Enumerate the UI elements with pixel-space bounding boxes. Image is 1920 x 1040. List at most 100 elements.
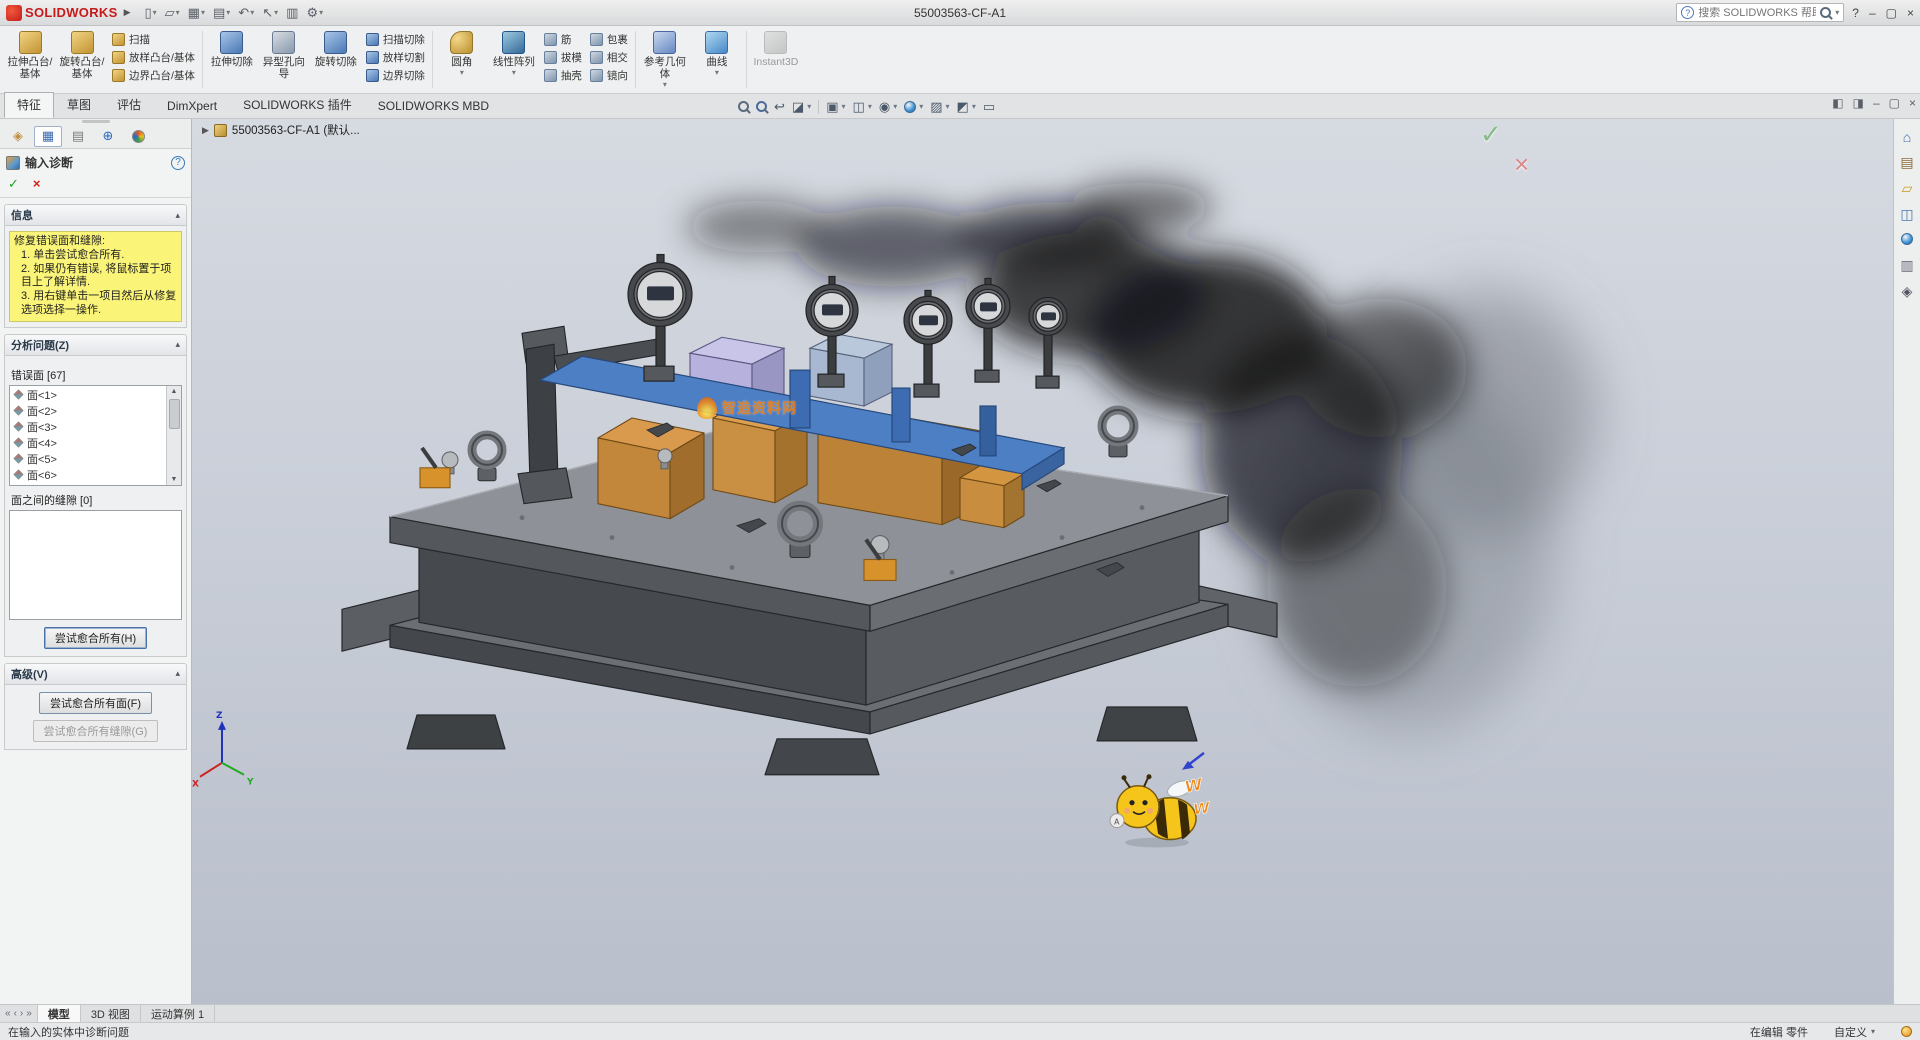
caret-icon[interactable]: ▾ — [807, 102, 811, 111]
faulty-faces-list[interactable]: 面<1> 面<2> 面<3> 面<4> 面<5> 面<6> 面<7> ▲ ▼ — [9, 385, 182, 486]
swept-cut-button[interactable]: 扫描切除 — [362, 32, 429, 47]
hole-wizard-button[interactable]: 异型孔向导 — [258, 28, 310, 91]
display-style-icon[interactable]: ◫ — [853, 100, 865, 113]
logo-expand-arrow-icon[interactable]: ▶ — [121, 7, 134, 18]
nav-first-icon[interactable]: « — [5, 1008, 11, 1019]
scroll-up-icon[interactable]: ▲ — [171, 386, 178, 397]
pane-split-right-icon[interactable]: ◨ — [1853, 96, 1864, 110]
collapse-chevron-icon[interactable]: ▴ — [175, 339, 180, 350]
caret-icon[interactable]: ▾ — [1835, 8, 1839, 17]
list-item[interactable]: 面<5> — [11, 451, 165, 467]
list-item[interactable]: 面<1> — [11, 387, 165, 403]
heal-all-gaps-button[interactable]: 尝试愈合所有缝隙(G) — [33, 720, 159, 742]
list-item[interactable]: 面<2> — [11, 403, 165, 419]
tab-configuration-manager[interactable]: ▤ — [64, 126, 92, 147]
expand-tree-icon[interactable]: ▶ — [202, 125, 209, 136]
tab-addins[interactable]: SOLIDWORKS 插件 — [230, 92, 365, 118]
scroll-down-icon[interactable]: ▼ — [171, 474, 178, 485]
nav-next-icon[interactable]: › — [20, 1008, 23, 1019]
caret-icon[interactable]: ▾ — [842, 102, 846, 111]
undo-button[interactable]: ↶▾ — [235, 5, 257, 20]
cancel-button[interactable]: × — [33, 176, 41, 192]
tab-display-manager[interactable] — [124, 126, 152, 147]
caret-icon[interactable]: ▾ — [153, 9, 157, 17]
appearances-icon[interactable] — [1901, 232, 1913, 248]
shell-button[interactable]: 抽壳 — [540, 68, 586, 83]
apply-scene-icon[interactable]: ▨ — [930, 100, 942, 113]
wrap-button[interactable]: 包裹 — [586, 32, 632, 47]
gaps-list[interactable] — [9, 510, 182, 620]
help-search-box[interactable]: ? ▾ — [1676, 3, 1844, 22]
section-view-icon[interactable]: ◪ — [792, 100, 804, 113]
tab-property-manager[interactable]: ▦ — [34, 126, 62, 147]
ok-button[interactable]: ✓ — [8, 176, 19, 192]
caret-icon[interactable]: ▾ — [250, 9, 254, 17]
caret-icon[interactable]: ▾ — [893, 102, 897, 111]
custom-properties-icon[interactable]: ▥ — [1900, 257, 1913, 274]
caret-icon[interactable]: ▾ — [972, 102, 976, 111]
open-button[interactable]: ▱▾ — [162, 5, 183, 20]
caret-icon[interactable]: ▾ — [274, 9, 278, 17]
tab-mbd[interactable]: SOLIDWORKS MBD — [365, 95, 502, 118]
caret-icon[interactable]: ▾ — [868, 102, 872, 111]
edit-appearance-icon[interactable] — [904, 101, 916, 113]
draft-button[interactable]: 拔模 — [540, 50, 586, 65]
doc-restore-icon[interactable]: ▢ — [1889, 96, 1900, 110]
caret-icon[interactable]: ▾ — [201, 9, 205, 17]
tab-dimxpert-manager[interactable]: ⊕ — [94, 126, 122, 147]
tab-model[interactable]: 模型 — [38, 1005, 81, 1022]
revolved-cut-button[interactable]: 旋转切除 — [310, 28, 362, 91]
file-properties-button[interactable]: ▥ — [283, 5, 301, 20]
print-button[interactable]: ▤▾ — [210, 5, 233, 20]
list-scrollbar[interactable]: ▲ ▼ — [166, 386, 181, 485]
section-advanced[interactable]: 高级(V) ▴ — [4, 663, 187, 685]
view-orientation-icon[interactable]: ▣ — [826, 100, 838, 113]
save-button[interactable]: ▦▾ — [185, 5, 208, 20]
heal-all-faces-button[interactable]: 尝试愈合所有面(F) — [39, 692, 152, 714]
revolve-boss-button[interactable]: 旋转凸台/基体 — [56, 28, 108, 91]
doc-minimize-icon[interactable]: – — [1873, 96, 1880, 110]
tab-motion-study[interactable]: 运动算例 1 — [141, 1005, 215, 1022]
list-item[interactable]: 面<6> — [11, 467, 165, 483]
previous-view-icon[interactable]: ↩ — [774, 100, 785, 113]
cad-model[interactable]: Z X Y — [192, 119, 1893, 1004]
resource-monitor-icon[interactable] — [1901, 1026, 1912, 1037]
confirm-ok-corner[interactable]: ✓ — [1480, 119, 1502, 150]
caret-icon[interactable]: ▾ — [715, 70, 719, 76]
view-palette-icon[interactable]: ◫ — [1900, 206, 1913, 223]
loft-boss-button[interactable]: 放样凸台/基体 — [108, 50, 199, 65]
caret-icon[interactable]: ▾ — [460, 70, 464, 76]
reference-geometry-button[interactable]: 参考几何体 ▾ — [639, 28, 691, 91]
boundary-boss-button[interactable]: 边界凸台/基体 — [108, 68, 199, 83]
list-item[interactable]: 面<3> — [11, 419, 165, 435]
close-icon[interactable]: × — [1907, 7, 1914, 19]
instant3d-button[interactable]: Instant3D — [750, 28, 802, 91]
tab-evaluate[interactable]: 评估 — [104, 92, 154, 118]
view-settings-icon[interactable]: ◩ — [957, 100, 969, 113]
caret-icon[interactable]: ▾ — [663, 82, 667, 88]
home-icon[interactable]: ⌂ — [1903, 129, 1911, 145]
curves-button[interactable]: 曲线 ▾ — [691, 28, 743, 91]
flyout-tree-root[interactable]: ▶ 55003563-CF-A1 (默认... — [202, 122, 360, 138]
list-item[interactable]: 面<7> — [11, 483, 165, 486]
intersect-button[interactable]: 相交 — [586, 50, 632, 65]
mirror-button[interactable]: 镜向 — [586, 68, 632, 83]
maximize-icon[interactable]: ▢ — [1886, 7, 1897, 19]
tab-sketch[interactable]: 草图 — [54, 92, 104, 118]
help-icon[interactable]: ? — [1852, 7, 1859, 19]
collapse-chevron-icon[interactable]: ▴ — [175, 210, 180, 221]
tab-features[interactable]: 特征 — [4, 92, 54, 118]
scroll-thumb[interactable] — [169, 399, 180, 429]
options-button[interactable]: ⚙▾ — [303, 5, 326, 20]
extruded-cut-button[interactable]: 拉伸切除 — [206, 28, 258, 91]
resources-icon[interactable]: ◈ — [1902, 283, 1913, 300]
zoom-area-icon[interactable] — [756, 101, 767, 112]
tab-3d-views[interactable]: 3D 视图 — [81, 1005, 141, 1022]
caret-icon[interactable]: ▾ — [919, 102, 923, 111]
extrude-boss-button[interactable]: 拉伸凸台/基体 — [4, 28, 56, 91]
caret-icon[interactable]: ▾ — [512, 70, 516, 76]
monitor-icon[interactable]: ▭ — [983, 100, 995, 113]
pm-help-icon[interactable]: ? — [171, 156, 185, 170]
nav-prev-icon[interactable]: ‹ — [14, 1008, 17, 1019]
section-message[interactable]: 信息 ▴ — [4, 204, 187, 226]
